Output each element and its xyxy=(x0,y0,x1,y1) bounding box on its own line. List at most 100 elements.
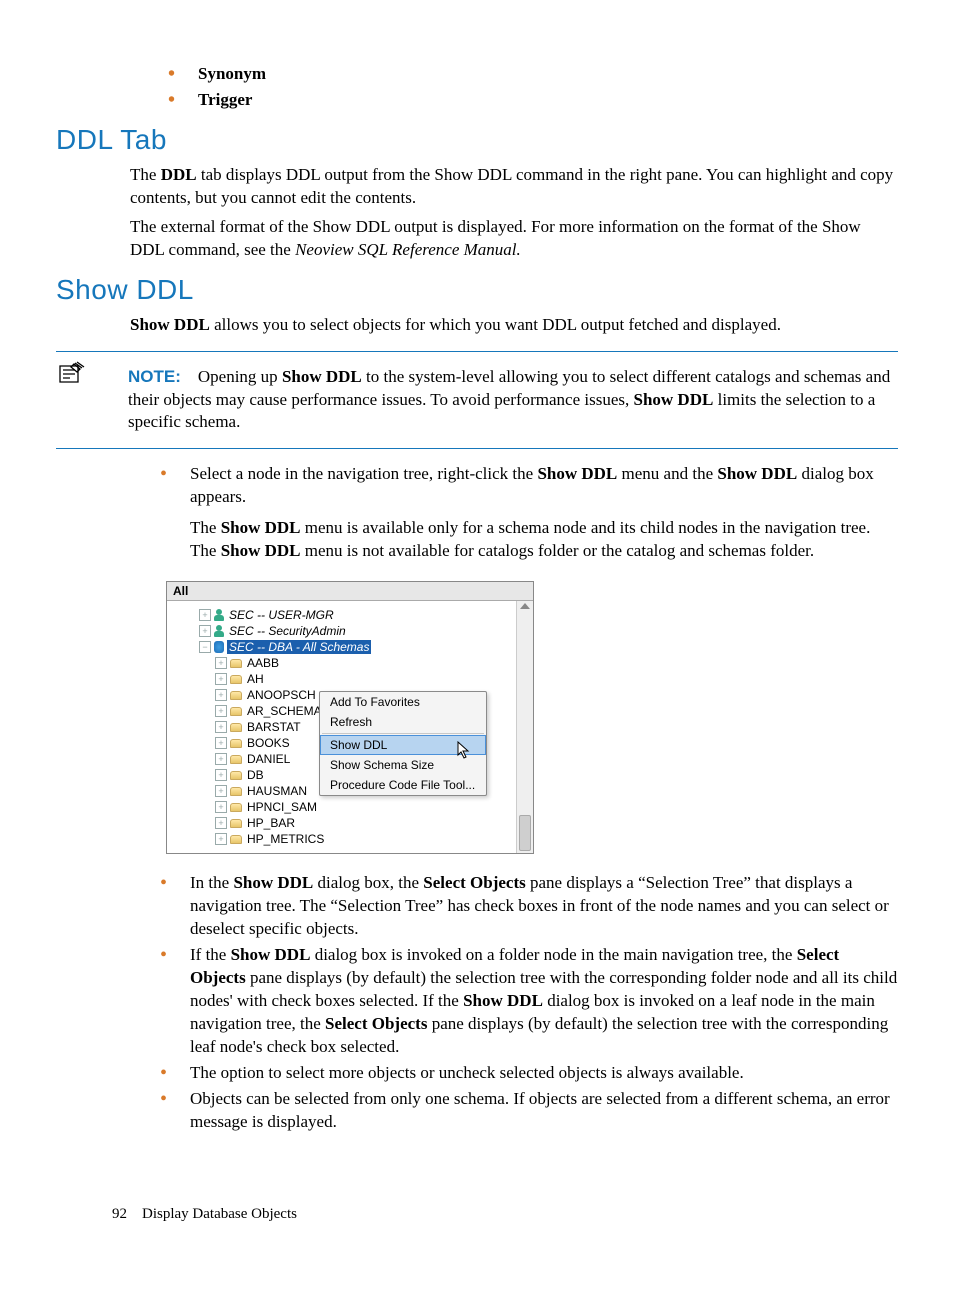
expander-icon[interactable]: + xyxy=(215,721,227,733)
bullet-select-objects-pane: In the Show DDL dialog box, the Select O… xyxy=(160,872,898,941)
expander-icon[interactable]: + xyxy=(215,705,227,717)
heading-ddl-tab: DDL Tab xyxy=(56,124,898,156)
bullet-trigger: Trigger xyxy=(168,89,898,112)
tree-row[interactable]: + HP_METRICS xyxy=(171,831,512,847)
ctx-add-favorites[interactable]: Add To Favorites xyxy=(320,692,486,712)
tree-row[interactable]: + SEC -- USER-MGR xyxy=(171,607,512,623)
tree-row[interactable]: + SEC -- SecurityAdmin xyxy=(171,623,512,639)
text-bold: Select Objects xyxy=(423,873,525,892)
tree-label[interactable]: SEC -- USER-MGR xyxy=(227,608,336,622)
note-label: NOTE: xyxy=(128,367,181,386)
tree-label[interactable]: SEC -- SecurityAdmin xyxy=(227,624,348,638)
bullet-folder-invoke: If the Show DDL dialog box is invoked on… xyxy=(160,944,898,1059)
user-icon xyxy=(214,625,224,637)
ddl-tab-p1: The DDL tab displays DDL output from the… xyxy=(130,164,898,210)
text: allows you to select objects for which y… xyxy=(210,315,781,334)
text-bold: Select Objects xyxy=(325,1014,427,1033)
schema-icon xyxy=(230,659,242,668)
expander-icon[interactable]: + xyxy=(215,673,227,685)
text: Select a node in the navigation tree, ri… xyxy=(190,464,537,483)
expander-icon[interactable]: + xyxy=(215,817,227,829)
text: dialog box is invoked on a folder node i… xyxy=(310,945,796,964)
tree-row[interactable]: + AH xyxy=(171,671,512,687)
user-icon xyxy=(214,609,224,621)
bullet-select-node: Select a node in the navigation tree, ri… xyxy=(160,463,898,563)
expander-icon[interactable]: + xyxy=(199,609,211,621)
text-bold: Show DDL xyxy=(231,945,311,964)
schema-icon xyxy=(230,691,242,700)
scroll-up-icon[interactable] xyxy=(520,603,530,609)
tree-row[interactable]: − SEC -- DBA - All Schemas xyxy=(171,639,512,655)
schema-icon xyxy=(230,803,242,812)
ctx-refresh[interactable]: Refresh xyxy=(320,712,486,732)
screenshot-nav-tree: All + SEC -- USER-MGR + SEC -- SecurityAdmi… xyxy=(166,581,898,854)
ctx-procedure-tool[interactable]: Procedure Code File Tool... xyxy=(320,775,486,795)
tree-body[interactable]: + SEC -- USER-MGR + SEC -- SecurityAdmin − SE… xyxy=(167,601,516,853)
expander-icon[interactable]: + xyxy=(215,785,227,797)
schema-icon xyxy=(230,819,242,828)
text-bold: Show DDL xyxy=(130,315,210,334)
text-bold: Show DDL xyxy=(233,873,313,892)
tree-row[interactable]: + HPNCI_SAM xyxy=(171,799,512,815)
tree-label[interactable]: HPNCI_SAM xyxy=(245,800,319,814)
tab-all[interactable]: All xyxy=(167,582,533,601)
tree-label[interactable]: HAUSMAN xyxy=(245,784,309,798)
text-bold: Show DDL xyxy=(634,390,714,409)
text: menu and the xyxy=(617,464,717,483)
expander-icon[interactable]: + xyxy=(215,769,227,781)
schema-icon xyxy=(230,739,242,748)
tree-label[interactable]: SEC -- DBA - All Schemas xyxy=(227,640,371,654)
show-ddl-intro: Show DDL allows you to select objects fo… xyxy=(130,314,898,337)
scrollbar[interactable] xyxy=(516,601,533,853)
text: Opening up xyxy=(198,367,282,386)
expander-icon[interactable]: + xyxy=(215,737,227,749)
expander-icon[interactable]: + xyxy=(215,801,227,813)
text-bold: Show DDL xyxy=(537,464,617,483)
bullet-option-available: The option to select more objects or unc… xyxy=(160,1062,898,1085)
expander-icon[interactable]: − xyxy=(199,641,211,653)
tree-label[interactable]: HP_METRICS xyxy=(245,832,326,846)
expander-icon[interactable]: + xyxy=(199,625,211,637)
tree-row[interactable]: + AABB xyxy=(171,655,512,671)
text: dialog box, the xyxy=(313,873,423,892)
bullet-list-2: In the Show DDL dialog box, the Select O… xyxy=(160,872,898,1133)
text-bold: Show DDL xyxy=(221,541,301,560)
bullet-list-1: Select a node in the navigation tree, ri… xyxy=(160,463,898,563)
note-icon xyxy=(56,360,92,393)
tree-label[interactable]: ANOOPSCH xyxy=(245,688,318,702)
schema-icon xyxy=(230,787,242,796)
intro-bullet-list: Synonym Trigger xyxy=(168,63,898,112)
schema-icon xyxy=(230,755,242,764)
text: tab displays DDL output from the Show DD… xyxy=(130,165,893,207)
ddl-tab-p2: The external format of the Show DDL outp… xyxy=(130,216,898,262)
scroll-thumb[interactable] xyxy=(519,815,531,851)
tree-label[interactable]: DANIEL xyxy=(245,752,292,766)
tree-label[interactable]: DB xyxy=(245,768,266,782)
bullet-select-node-detail: The Show DDL menu is available only for … xyxy=(190,517,898,563)
page-footer: 92 Display Database Objects xyxy=(112,1206,297,1223)
text-bold: Show DDL xyxy=(717,464,797,483)
tree-label[interactable]: BOOKS xyxy=(245,736,292,750)
expander-icon[interactable]: + xyxy=(215,657,227,669)
schema-icon xyxy=(230,707,242,716)
schema-icon xyxy=(230,771,242,780)
schema-icon xyxy=(230,835,242,844)
bullet-one-schema: Objects can be selected from only one sc… xyxy=(160,1088,898,1134)
text-bold: DDL xyxy=(161,165,197,184)
tree-label[interactable]: AH xyxy=(245,672,266,686)
text: In the xyxy=(190,873,233,892)
tree-label[interactable]: HP_BAR xyxy=(245,816,297,830)
tree-row[interactable]: + HP_BAR xyxy=(171,815,512,831)
tree-label[interactable]: AR_SCHEMA xyxy=(245,704,324,718)
note-block: NOTE: Opening up Show DDL to the system-… xyxy=(56,351,898,450)
expander-icon[interactable]: + xyxy=(215,689,227,701)
text: The xyxy=(190,518,221,537)
footer-title: Display Database Objects xyxy=(142,1206,297,1222)
expander-icon[interactable]: + xyxy=(215,833,227,845)
text: menu is not available for catalogs folde… xyxy=(301,541,815,560)
text-italic: Neoview SQL Reference Manual. xyxy=(295,240,521,259)
tree-label[interactable]: AABB xyxy=(245,656,281,670)
expander-icon[interactable]: + xyxy=(215,753,227,765)
tree-label[interactable]: BARSTAT xyxy=(245,720,303,734)
schema-icon xyxy=(230,675,242,684)
